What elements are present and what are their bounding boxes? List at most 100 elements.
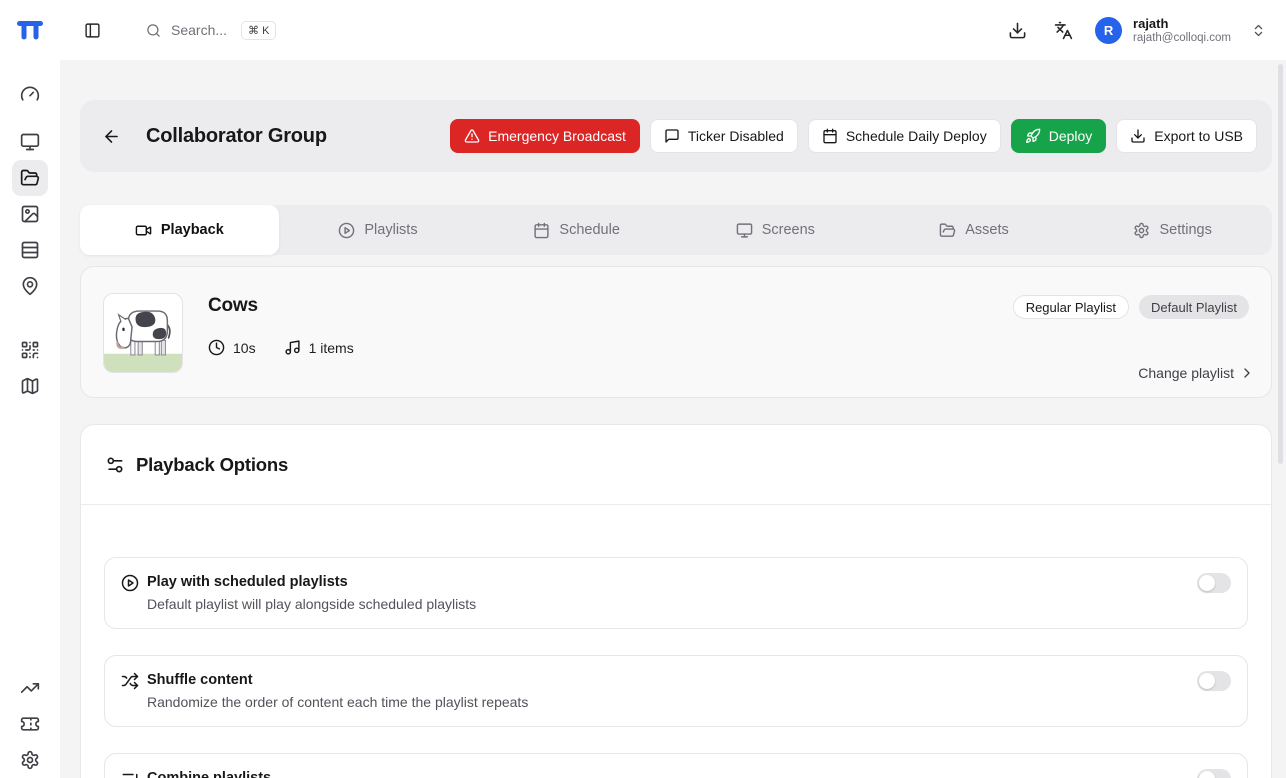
app-logo[interactable] (0, 18, 60, 42)
tab-screens[interactable]: Screens (676, 205, 875, 255)
export-to-usb-button[interactable]: Export to USB (1116, 119, 1257, 153)
message-icon (664, 128, 680, 144)
map-pin-icon (20, 276, 40, 296)
regular-playlist-badge: Regular Playlist (1013, 295, 1129, 319)
chevrons-up-down-icon (1251, 23, 1266, 38)
page-scrollbar[interactable] (1278, 64, 1283, 464)
button-label: Ticker Disabled (688, 128, 784, 144)
option-title: Play with scheduled playlists (147, 573, 476, 591)
tab-label: Playlists (364, 222, 417, 238)
language-button[interactable] (1049, 16, 1077, 44)
playlist-name: Cows (208, 295, 354, 317)
play-with-scheduled-toggle[interactable] (1197, 573, 1231, 593)
button-label: Emergency Broadcast (488, 128, 626, 144)
cow-image (104, 294, 182, 372)
tab-label: Screens (762, 222, 815, 238)
user-email: rajath@colloqi.com (1133, 31, 1231, 45)
playback-options-card: Playback Options Play with scheduled pla… (80, 424, 1272, 778)
download-button[interactable] (1003, 16, 1031, 44)
button-label: Schedule Daily Deploy (846, 128, 987, 144)
monitor-icon (20, 132, 40, 152)
avatar: R (1095, 17, 1122, 44)
arrow-left-icon (102, 127, 121, 146)
sidebar-item-qr-codes[interactable] (12, 332, 48, 368)
emergency-broadcast-button[interactable]: Emergency Broadcast (450, 119, 640, 153)
gauge-icon (20, 84, 40, 104)
option-title: Shuffle content (147, 671, 528, 689)
global-search[interactable]: Search... ⌘ K (146, 21, 276, 40)
main-content: Collaborator Group Emergency Broadcast T… (60, 60, 1286, 778)
sidebar-item-dashboard[interactable] (12, 76, 48, 112)
sidebar-item-locations[interactable] (12, 268, 48, 304)
panel-left-icon (84, 22, 101, 39)
user-menu[interactable]: R rajath rajath@colloqi.com (1095, 16, 1266, 45)
sidebar-item-analytics[interactable] (12, 670, 48, 706)
playlist-item-count: 1 items (284, 339, 354, 356)
top-bar: Search... ⌘ K R rajath rajath@colloqi.co… (0, 0, 1286, 60)
languages-icon (1054, 21, 1073, 40)
sidebar-item-settings[interactable] (12, 742, 48, 778)
ticker-disabled-button[interactable]: Ticker Disabled (650, 119, 798, 153)
option-shuffle-content: Shuffle content Randomize the order of c… (104, 655, 1248, 727)
option-description: Randomize the order of content each time… (147, 693, 528, 711)
folder-open-icon (20, 168, 40, 188)
duration-value: 10s (233, 340, 256, 356)
clock-icon (208, 339, 225, 356)
search-placeholder: Search... (171, 22, 227, 38)
back-button[interactable] (102, 126, 122, 146)
download-icon (1008, 21, 1027, 40)
sidebar-toggle-button[interactable] (78, 16, 106, 44)
alert-triangle-icon (464, 128, 480, 144)
playlist-meta: 10s 1 items (208, 339, 354, 356)
combine-playlists-toggle[interactable] (1197, 769, 1231, 778)
header-actions: Emergency Broadcast Ticker Disabled Sche… (450, 119, 1257, 153)
music-icon (284, 339, 301, 356)
sliders-icon (105, 455, 125, 475)
tab-schedule[interactable]: Schedule (477, 205, 676, 255)
shuffle-content-toggle[interactable] (1197, 671, 1231, 691)
sidebar-item-maps[interactable] (12, 368, 48, 404)
deploy-button[interactable]: Deploy (1011, 119, 1107, 153)
tab-assets[interactable]: Assets (875, 205, 1074, 255)
option-description: Default playlist will play alongside sch… (147, 595, 476, 613)
tab-bar: Playback Playlists Schedule Screens Asse… (80, 205, 1272, 255)
schedule-daily-deploy-button[interactable]: Schedule Daily Deploy (808, 119, 1001, 153)
option-play-with-scheduled: Play with scheduled playlists Default pl… (104, 557, 1248, 629)
rocket-icon (1025, 128, 1041, 144)
playlist-badges: Regular Playlist Default Playlist (1013, 295, 1249, 319)
sidebar-item-screens[interactable] (12, 124, 48, 160)
tab-playlists[interactable]: Playlists (279, 205, 478, 255)
chevron-right-icon (1239, 365, 1255, 381)
page-header: Collaborator Group Emergency Broadcast T… (80, 100, 1272, 172)
shuffle-icon (121, 672, 139, 690)
item-count-value: 1 items (309, 340, 354, 356)
tab-label: Settings (1159, 222, 1211, 238)
playlist-duration: 10s (208, 339, 256, 356)
current-playlist-card: Cows 10s 1 items Regular Playlist Defaul… (80, 266, 1272, 398)
playback-options-header: Playback Options (81, 425, 1271, 505)
list-music-icon (121, 770, 139, 778)
sidebar-item-playlists[interactable] (12, 232, 48, 268)
sidebar-item-groups[interactable] (12, 160, 48, 196)
gear-icon (20, 750, 40, 770)
change-playlist-link[interactable]: Change playlist (1138, 365, 1255, 381)
play-circle-icon (338, 222, 355, 239)
play-circle-icon (121, 574, 139, 592)
video-icon (135, 222, 152, 239)
button-label: Export to USB (1154, 128, 1243, 144)
tab-settings[interactable]: Settings (1073, 205, 1272, 255)
tab-label: Schedule (559, 222, 619, 238)
playback-options-title: Playback Options (136, 454, 288, 476)
tab-playback[interactable]: Playback (80, 205, 279, 255)
sidebar-item-tickets[interactable] (12, 706, 48, 742)
gear-icon (1133, 222, 1150, 239)
monitor-icon (736, 222, 753, 239)
sidebar (0, 60, 60, 778)
trending-up-icon (20, 678, 40, 698)
change-playlist-label: Change playlist (1138, 365, 1234, 381)
user-name: rajath (1133, 16, 1231, 31)
calendar-icon (533, 222, 550, 239)
sidebar-item-media[interactable] (12, 196, 48, 232)
download-icon (1130, 128, 1146, 144)
map-icon (20, 376, 40, 396)
